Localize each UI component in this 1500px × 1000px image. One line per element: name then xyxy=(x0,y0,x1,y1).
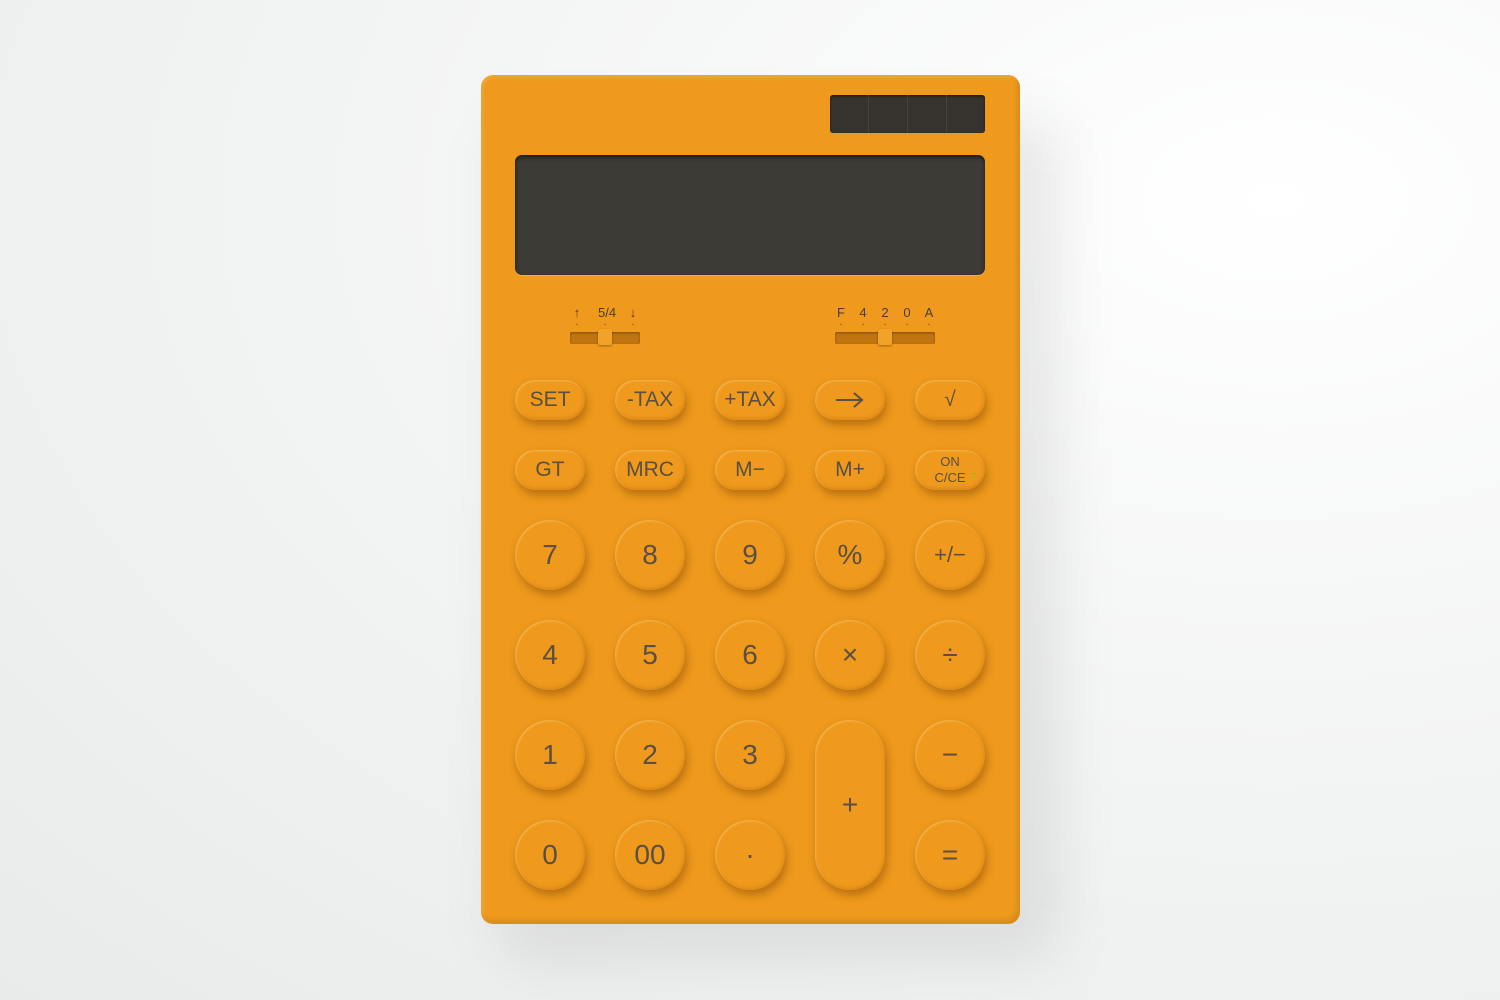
key-9[interactable]: 9 xyxy=(715,520,785,590)
minus-tax-button[interactable]: -TAX xyxy=(615,380,685,420)
percent-button[interactable]: % xyxy=(815,520,885,590)
shift-right-button[interactable] xyxy=(815,380,885,420)
calculator: ↑ 5/4 ↓ · · · F 4 2 0 A · · · · · SET -TAX +TA… xyxy=(481,75,1020,924)
set-button[interactable]: SET xyxy=(515,380,585,420)
plus-button[interactable]: + xyxy=(815,720,885,890)
grand-total-button[interactable]: GT xyxy=(515,450,585,490)
lcd-display xyxy=(515,155,985,275)
decimal-point-button[interactable]: · xyxy=(715,820,785,890)
decimal-0-label: 0 xyxy=(903,305,911,320)
memory-recall-button[interactable]: MRC xyxy=(615,450,685,490)
key-6[interactable]: 6 xyxy=(715,620,785,690)
on-label: ON xyxy=(940,454,960,469)
key-3[interactable]: 3 xyxy=(715,720,785,790)
square-root-button[interactable]: √ xyxy=(915,380,985,420)
divide-button[interactable]: ÷ xyxy=(915,620,985,690)
on-clear-button[interactable]: ON C/CE xyxy=(915,450,985,490)
multiply-button[interactable]: × xyxy=(815,620,885,690)
rounding-switch[interactable]: ↑ 5/4 ↓ · · · xyxy=(570,305,640,345)
solar-cell xyxy=(947,95,985,133)
rounding-switch-knob[interactable] xyxy=(598,329,612,345)
decimal-switch[interactable]: F 4 2 0 A · · · · · xyxy=(835,305,935,345)
solar-cell xyxy=(908,95,947,133)
key-5[interactable]: 5 xyxy=(615,620,685,690)
memory-plus-button[interactable]: M+ xyxy=(815,450,885,490)
arrow-right-icon xyxy=(836,392,864,408)
key-7[interactable]: 7 xyxy=(515,520,585,590)
minus-button[interactable]: − xyxy=(915,720,985,790)
key-1[interactable]: 1 xyxy=(515,720,585,790)
round-up-label: ↑ xyxy=(573,305,581,320)
plus-tax-button[interactable]: +TAX xyxy=(715,380,785,420)
key-00[interactable]: 00 xyxy=(615,820,685,890)
solar-panel xyxy=(830,95,985,133)
key-0[interactable]: 0 xyxy=(515,820,585,890)
sign-toggle-button[interactable]: +/− xyxy=(915,520,985,590)
key-8[interactable]: 8 xyxy=(615,520,685,590)
decimal-switch-track[interactable] xyxy=(835,329,935,345)
rounding-switch-track[interactable] xyxy=(570,329,640,345)
memory-minus-button[interactable]: M− xyxy=(715,450,785,490)
key-2[interactable]: 2 xyxy=(615,720,685,790)
key-4[interactable]: 4 xyxy=(515,620,585,690)
decimal-f-label: F xyxy=(837,305,845,320)
round-half-label: 5/4 xyxy=(598,305,617,320)
round-down-label: ↓ xyxy=(629,305,637,320)
equals-button[interactable]: = xyxy=(915,820,985,890)
solar-cell xyxy=(830,95,869,133)
clear-label: C/CE xyxy=(934,470,966,485)
solar-cell xyxy=(869,95,908,133)
decimal-4-label: 4 xyxy=(859,305,867,320)
decimal-switch-knob[interactable] xyxy=(878,329,892,345)
decimal-2-label: 2 xyxy=(881,305,889,320)
decimal-a-label: A xyxy=(924,305,934,320)
